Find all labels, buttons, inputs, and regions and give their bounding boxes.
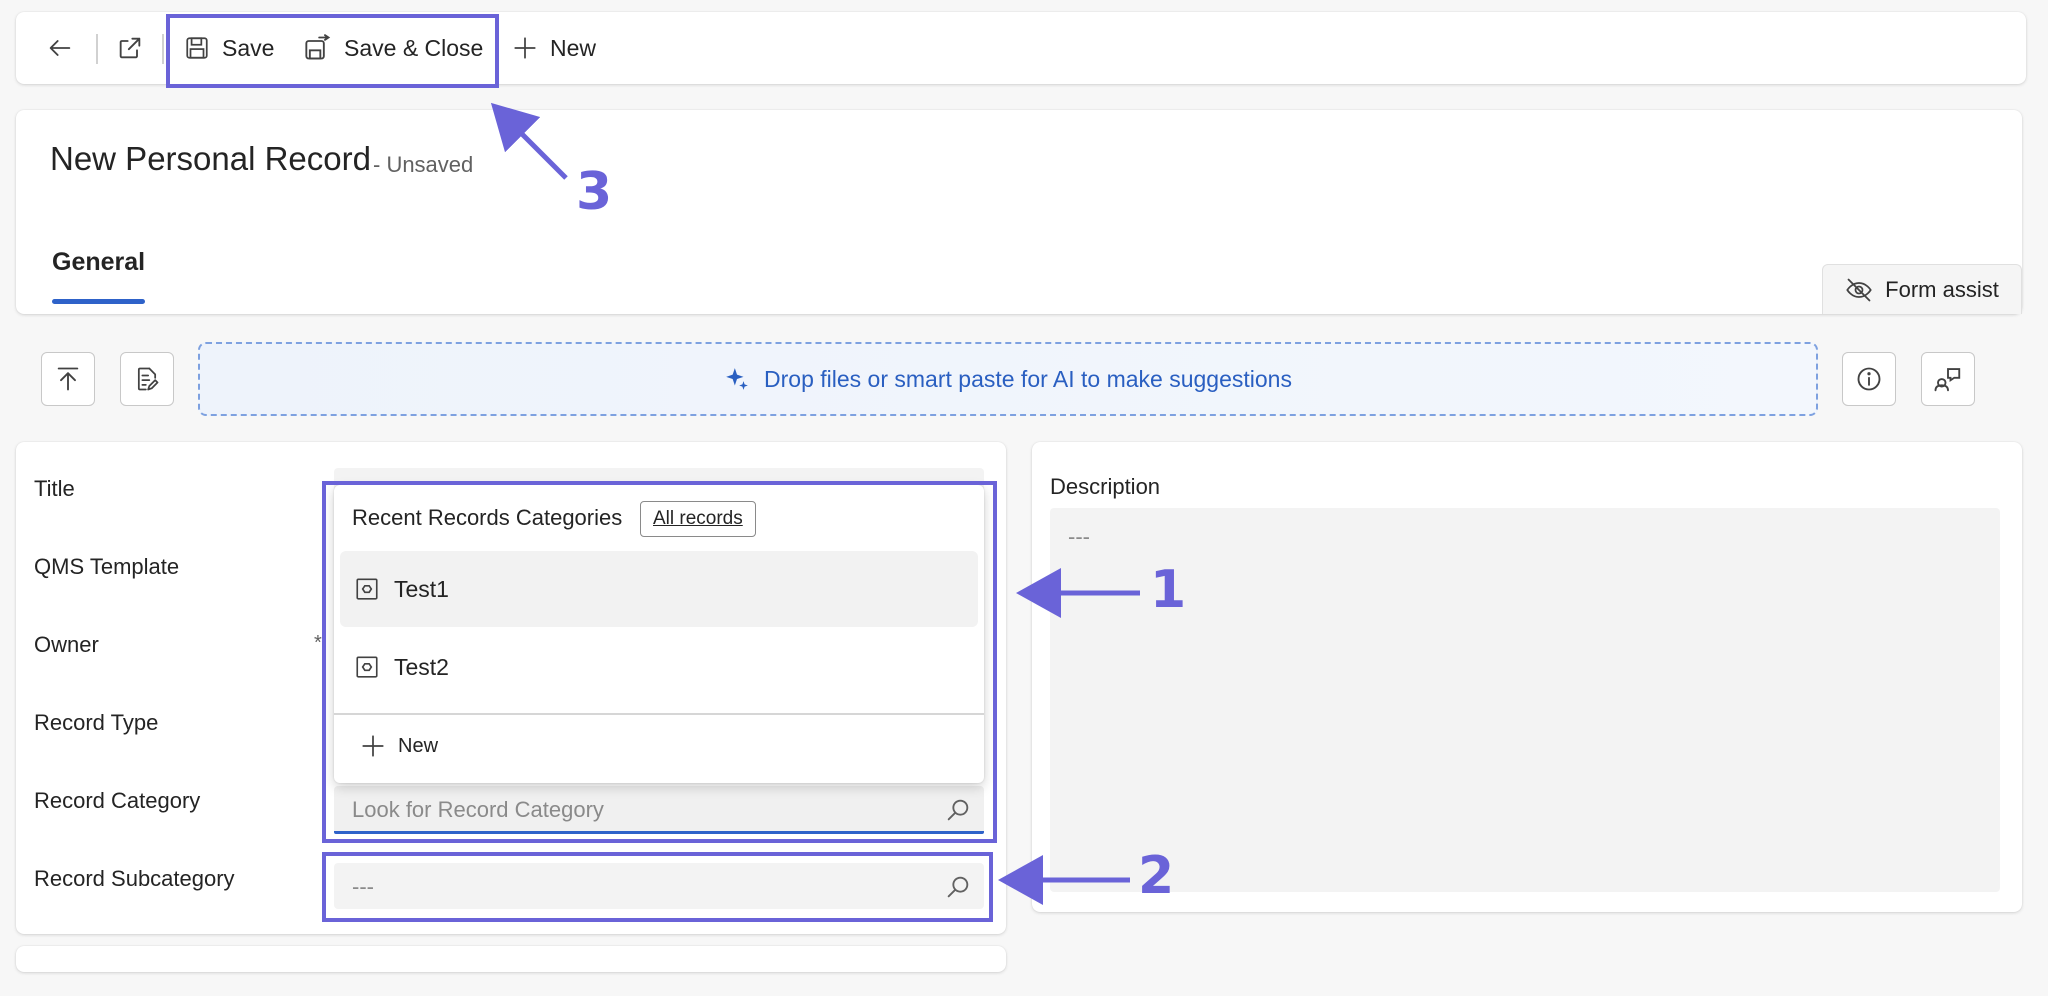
annotation-arrow-3 (490, 102, 568, 180)
annotation-number-2: 2 (1138, 846, 1175, 906)
annotation-number-1: 1 (1150, 560, 1187, 620)
annotation-arrows (490, 102, 1140, 905)
annotation-number-3: 3 (576, 162, 613, 222)
